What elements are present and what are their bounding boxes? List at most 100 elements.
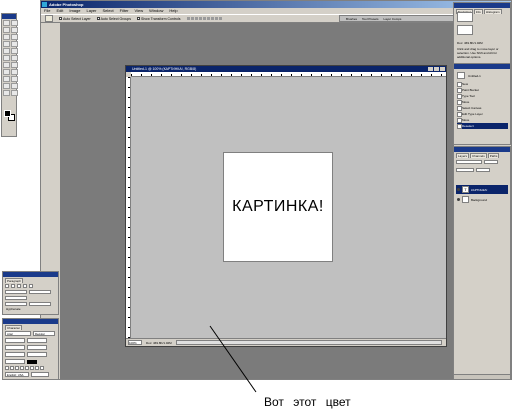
space-before-field[interactable]: [5, 302, 27, 306]
palette-tab-brushes[interactable]: Brushes: [346, 17, 357, 21]
eye-icon[interactable]: [457, 188, 460, 191]
hyphenate-checkbox[interactable]: Hyphenate: [3, 307, 58, 311]
type-layer-thumbnail: T: [462, 186, 469, 193]
align-left-icon[interactable]: [5, 284, 9, 288]
zoom-field[interactable]: 100%: [128, 340, 142, 345]
path-selection-tool-icon[interactable]: [3, 69, 10, 75]
horizontal-scrollbar[interactable]: [175, 340, 442, 345]
size-row: [3, 337, 58, 344]
document-size-info[interactable]: Doc: 469.8K/1.02M: [146, 341, 172, 345]
language-select[interactable]: English: USA: [5, 372, 29, 377]
tab-layers[interactable]: Layers: [456, 153, 470, 158]
tab-channels[interactable]: Channels: [470, 153, 487, 158]
justify-all-icon[interactable]: [29, 284, 33, 288]
palette-tab-layer-comps[interactable]: Layer Comps: [384, 17, 402, 21]
horizontal-scale-field[interactable]: [27, 352, 47, 357]
info-readout-rgb: [457, 12, 473, 22]
move-tool-icon[interactable]: [11, 20, 18, 26]
language-row: English: USA: [3, 371, 58, 378]
history-panel-header[interactable]: [454, 64, 510, 69]
small-caps-icon[interactable]: [20, 366, 24, 370]
blur-tool-icon[interactable]: [3, 62, 10, 68]
slice-tool-icon[interactable]: [11, 34, 18, 40]
text-color-swatch[interactable]: [27, 359, 37, 364]
pen-tool-icon[interactable]: [3, 76, 10, 82]
superscript-icon[interactable]: [25, 366, 29, 370]
brush-tool-icon[interactable]: [11, 41, 18, 47]
eye-icon[interactable]: [457, 198, 460, 201]
indent-first-line-field[interactable]: [5, 296, 27, 300]
history-snapshot-thumbnail[interactable]: [457, 72, 465, 79]
layer-row-text[interactable]: T КАРТИНКА!: [456, 185, 508, 194]
eraser-tool-icon[interactable]: [3, 55, 10, 61]
healing-brush-tool-icon[interactable]: [3, 41, 10, 47]
align-right-icon[interactable]: [17, 284, 21, 288]
baseline-shift-field[interactable]: [5, 359, 25, 364]
layer-blend-controls: [454, 158, 510, 166]
align-buttons[interactable]: [186, 17, 222, 20]
auto-select-layer-checkbox[interactable]: Auto Select Layer: [59, 17, 91, 21]
show-transform-controls-checkbox[interactable]: Show Transform Controls: [137, 17, 181, 21]
gradient-tool-icon[interactable]: [11, 55, 18, 61]
layer-name: КАРТИНКА!: [471, 187, 488, 192]
lasso-tool-icon[interactable]: [3, 27, 10, 33]
layer-thumbnail: [462, 196, 469, 203]
anti-alias-select[interactable]: [31, 372, 49, 377]
layers-panel: Layers Channels Paths T КАРТИНКА! Backgr…: [453, 146, 511, 380]
notes-tool-icon[interactable]: [3, 83, 10, 89]
faux-italic-icon[interactable]: [10, 366, 14, 370]
tracking-row: [3, 344, 58, 351]
tracking-field[interactable]: [27, 345, 47, 350]
kerning-field[interactable]: [5, 345, 25, 350]
clone-stamp-tool-icon[interactable]: [3, 48, 10, 54]
fill-field[interactable]: [476, 168, 490, 172]
lock-options[interactable]: [456, 168, 474, 172]
hand-tool-icon[interactable]: [3, 90, 10, 96]
canvas-artwork[interactable]: КАРТИНКА!: [223, 152, 333, 262]
indent-right-field[interactable]: [29, 290, 51, 294]
indent-left-field[interactable]: [5, 290, 27, 294]
font-style-select[interactable]: Regular: [33, 331, 55, 336]
font-size-field[interactable]: [5, 338, 25, 343]
tab-character[interactable]: Character: [5, 325, 23, 330]
marquee-tool-icon[interactable]: [3, 20, 10, 26]
doc-maximize-button[interactable]: [434, 67, 439, 71]
type-tool-icon[interactable]: [11, 69, 18, 75]
tab-paragraph[interactable]: Paragraph: [5, 278, 24, 283]
tab-info[interactable]: Info: [473, 9, 483, 14]
dodge-tool-icon[interactable]: [11, 62, 18, 68]
strikethrough-icon[interactable]: [40, 366, 44, 370]
history-brush-tool-icon[interactable]: [11, 48, 18, 54]
leading-field[interactable]: [27, 338, 47, 343]
magic-wand-tool-icon[interactable]: [11, 27, 18, 33]
opacity-field[interactable]: [484, 160, 498, 164]
shape-tool-icon[interactable]: [11, 76, 18, 82]
align-center-icon[interactable]: [11, 284, 15, 288]
faux-bold-icon[interactable]: [5, 366, 9, 370]
zoom-tool-icon[interactable]: [11, 90, 18, 96]
tab-paths[interactable]: Paths: [487, 153, 500, 158]
blend-mode-select[interactable]: [456, 160, 482, 164]
crop-tool-icon[interactable]: [3, 34, 10, 40]
justify-icon[interactable]: [23, 284, 27, 288]
subscript-icon[interactable]: [30, 366, 34, 370]
character-panel: Character Arial Regular English: USA: [2, 318, 59, 380]
all-caps-icon[interactable]: [15, 366, 19, 370]
canvas-area[interactable]: КАРТИНКА!: [131, 77, 446, 338]
auto-select-groups-checkbox[interactable]: Auto Select Groups: [96, 17, 131, 21]
history-item-active[interactable]: Deselect: [457, 123, 508, 129]
app-title: Adobe Photoshop: [49, 2, 84, 7]
eyedropper-tool-icon[interactable]: [11, 83, 18, 89]
layers-footer-buttons[interactable]: [454, 374, 510, 379]
tab-histogram[interactable]: Histogram: [483, 9, 502, 14]
move-tool-preset-icon[interactable]: [45, 15, 53, 22]
font-family-select[interactable]: Arial: [5, 331, 31, 336]
palette-tab-tool-presets[interactable]: Tool Presets: [362, 17, 379, 21]
layer-row-background[interactable]: Background: [456, 195, 508, 204]
doc-close-button[interactable]: [440, 67, 445, 71]
doc-minimize-button[interactable]: [428, 67, 433, 71]
underline-icon[interactable]: [35, 366, 39, 370]
vertical-scale-field[interactable]: [5, 352, 25, 357]
foreground-color-swatch[interactable]: [4, 110, 11, 117]
space-after-field[interactable]: [29, 302, 51, 306]
